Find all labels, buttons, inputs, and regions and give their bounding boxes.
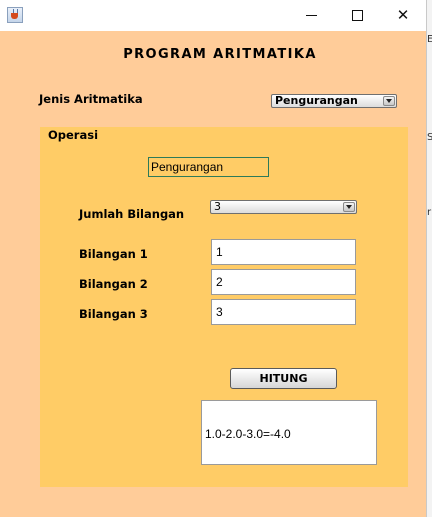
jumlah-bilangan-label: Jumlah Bilangan [79,207,185,221]
minimize-button[interactable] [288,0,334,31]
title-bar[interactable]: ✕ [0,0,426,31]
bilangan-1-label: Bilangan 1 [79,247,148,261]
jenis-aritmatika-label: Jenis Aritmatika [39,92,143,106]
maximize-icon [351,10,363,21]
chevron-down-icon[interactable] [383,96,395,106]
background-letter: E [427,34,432,45]
result-textarea[interactable]: 1.0-2.0-3.0=-4.0 [201,400,377,465]
chevron-down-icon[interactable] [343,202,355,212]
result-text: 1.0-2.0-3.0=-4.0 [205,427,291,441]
bilangan-2-label: Bilangan 2 [79,277,148,291]
operasi-label: Operasi [48,128,99,142]
jumlah-bilangan-dropdown[interactable]: 3 [210,200,357,214]
minimize-icon [305,15,317,16]
bilangan-2-input[interactable]: 2 [211,269,356,295]
java-cup-icon[interactable] [7,7,23,23]
background-window-edge: E S r [427,0,432,517]
bilangan-1-input[interactable]: 1 [211,239,356,265]
bilangan-3-input[interactable]: 3 [211,299,356,325]
page-title: PROGRAM ARITMATIKA [123,47,317,62]
background-letter: S [427,132,432,143]
bilangan-3-label: Bilangan 3 [79,307,148,321]
close-icon: ✕ [396,6,410,24]
background-letter: r [427,207,432,218]
maximize-button[interactable] [334,0,380,31]
operation-field[interactable]: Pengurangan [148,157,269,177]
close-button[interactable]: ✕ [380,0,426,31]
jenis-aritmatika-selected: Pengurangan [275,94,358,107]
app-window: ✕ PROGRAM ARITMATIKA Jenis Aritmatika Pe… [0,0,427,517]
hitung-button[interactable]: HITUNG [230,368,337,389]
jumlah-bilangan-selected: 3 [214,200,221,213]
jenis-aritmatika-dropdown[interactable]: Pengurangan [271,94,397,108]
cup-shape [11,13,18,19]
